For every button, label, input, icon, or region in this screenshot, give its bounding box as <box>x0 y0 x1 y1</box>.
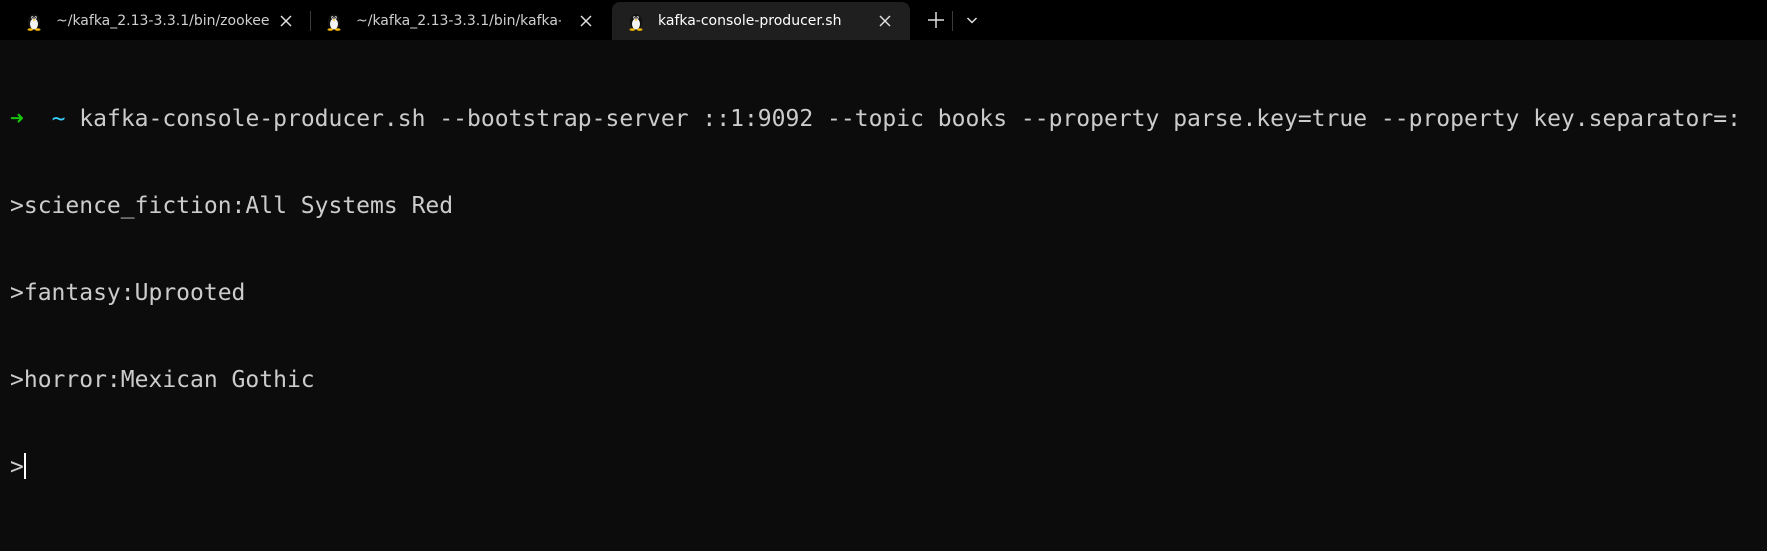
linux-tux-icon <box>629 14 643 31</box>
prompt-arrow: ➜ <box>10 106 24 132</box>
command-line: ➜ ~ kafka-console-producer.sh --bootstra… <box>10 105 1741 134</box>
prompt-directory: ~ <box>51 106 66 132</box>
tab-divider <box>952 11 953 31</box>
close-icon[interactable] <box>877 13 893 29</box>
linux-tux-icon <box>327 14 341 31</box>
output-line: >science_fiction:All Systems Red <box>10 193 454 219</box>
close-icon[interactable] <box>578 13 594 29</box>
output-line: >horror:Mexican Gothic <box>10 367 315 393</box>
tab-kafka-console-producer[interactable]: kafka-console-producer.sh <box>612 2 910 40</box>
terminal-window: ~/kafka_2.13-3.3.1/bin/zookeeper ~/kafka… <box>0 0 1767 551</box>
input-prompt: > <box>10 454 24 480</box>
text-cursor <box>23 453 26 479</box>
tab-title: kafka-console-producer.sh <box>658 13 842 29</box>
plus-icon[interactable] <box>926 10 946 30</box>
tab-zookeeper[interactable]: ~/kafka_2.13-3.3.1/bin/zookeeper <box>10 2 300 40</box>
current-input-line[interactable]: > <box>10 453 1741 482</box>
close-icon[interactable] <box>278 13 294 29</box>
tab-title: ~/kafka_2.13-3.3.1/bin/kafka-server <box>356 13 561 29</box>
tab-bar: ~/kafka_2.13-3.3.1/bin/zookeeper ~/kafka… <box>0 0 1767 40</box>
output-line: >fantasy:Uprooted <box>10 280 246 306</box>
tab-kafka-server[interactable]: ~/kafka_2.13-3.3.1/bin/kafka-server <box>310 2 602 40</box>
tab-title: ~/kafka_2.13-3.3.1/bin/zookeeper <box>56 13 270 29</box>
terminal-output[interactable]: ➜ ~ kafka-console-producer.sh --bootstra… <box>0 40 1767 551</box>
linux-tux-icon <box>27 14 41 31</box>
command-text: kafka-console-producer.sh --bootstrap-se… <box>79 106 1741 132</box>
chevron-down-icon[interactable] <box>964 12 980 28</box>
